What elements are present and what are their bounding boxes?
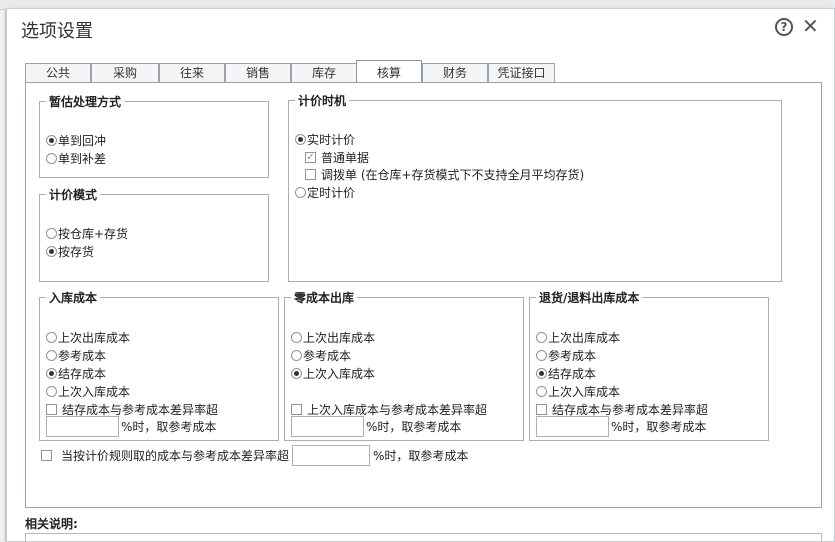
pricing-time-scheduled[interactable]: 定时计价 bbox=[295, 184, 355, 201]
close-icon[interactable]: ✕ bbox=[802, 14, 819, 38]
tab-accounts[interactable]: 往来 bbox=[159, 63, 225, 83]
radio-icon[interactable] bbox=[46, 332, 57, 343]
radio-icon[interactable] bbox=[536, 386, 547, 397]
estimate-group: 暂估处理方式 单到回冲 单到补差 bbox=[39, 93, 269, 178]
zero-reference-cost[interactable]: 参考成本 bbox=[291, 347, 351, 364]
help-icon[interactable]: ? bbox=[775, 18, 793, 36]
radio-icon[interactable] bbox=[536, 332, 547, 343]
radio-icon[interactable] bbox=[46, 386, 57, 397]
checkbox-icon[interactable] bbox=[536, 404, 547, 415]
return-diff-input[interactable] bbox=[536, 416, 609, 437]
pricing-mode-legend: 计价模式 bbox=[49, 188, 98, 202]
pricing-time-legend: 计价时机 bbox=[298, 94, 347, 108]
rule-diff-suffix: %时，取参考成本 bbox=[373, 449, 469, 463]
accounting-panel: 暂估处理方式 单到回冲 单到补差 计价模式 按仓库+存货 按存货 计价时机 实时… bbox=[25, 82, 822, 508]
checkbox-icon[interactable] bbox=[291, 404, 302, 415]
inbound-cost-legend: 入库成本 bbox=[49, 291, 98, 305]
radio-icon[interactable] bbox=[291, 368, 302, 379]
dialog-title: 选项设置 bbox=[21, 21, 93, 42]
checked-icon[interactable]: ✓ bbox=[305, 152, 316, 163]
options-dialog: 选项设置 ? ✕ 公共 采购 往来 销售 库存 核算 财务 凭证接口 暂估处理方… bbox=[6, 8, 835, 542]
rule-diff-input[interactable] bbox=[292, 445, 371, 466]
checkbox-icon[interactable] bbox=[305, 169, 316, 180]
radio-icon[interactable] bbox=[46, 135, 57, 146]
related-notes-label: 相关说明: bbox=[25, 517, 78, 531]
tab-sales[interactable]: 销售 bbox=[225, 63, 291, 83]
rule-diff-label: 当按计价规则取的成本与参考成本差异率超 bbox=[61, 449, 290, 463]
radio-icon[interactable] bbox=[46, 228, 57, 239]
return-cost-group: 退货/退料出库成本 上次出库成本 参考成本 结存成本 上次入库成本 结存成本与参… bbox=[529, 289, 769, 441]
zero-cost-legend: 零成本出库 bbox=[294, 291, 355, 305]
estimate-option-backflush[interactable]: 单到回冲 bbox=[46, 132, 106, 149]
rule-diff-row: 当按计价规则取的成本与参考成本差异率超 %时，取参考成本 bbox=[41, 445, 468, 466]
pricing-mode-group: 计价模式 按仓库+存货 按存货 bbox=[39, 186, 269, 282]
tab-purchase[interactable]: 采购 bbox=[91, 63, 159, 83]
tab-inventory[interactable]: 库存 bbox=[291, 63, 357, 83]
inbound-last-out-cost[interactable]: 上次出库成本 bbox=[46, 329, 130, 346]
radio-icon[interactable] bbox=[46, 153, 57, 164]
inbound-cost-group: 入库成本 上次出库成本 参考成本 结存成本 上次入库成本 结存成本与参考成本差异… bbox=[39, 289, 279, 441]
tab-finance[interactable]: 财务 bbox=[422, 63, 488, 83]
pricing-time-group: 计价时机 实时计价 ✓ 普通单据 调拨单 (在仓库+存货模式下不支持全月平均存货)… bbox=[288, 92, 782, 282]
inbound-diff-row: %时，取参考成本 bbox=[46, 416, 216, 437]
zero-diff-input[interactable] bbox=[291, 416, 364, 437]
radio-icon[interactable] bbox=[536, 350, 547, 361]
radio-icon[interactable] bbox=[46, 246, 57, 257]
related-notes-box bbox=[25, 533, 822, 542]
radio-icon[interactable] bbox=[295, 134, 306, 145]
pricing-time-realtime[interactable]: 实时计价 bbox=[295, 131, 355, 148]
return-balance-cost[interactable]: 结存成本 bbox=[536, 365, 596, 382]
return-diff-row: %时，取参考成本 bbox=[536, 416, 706, 437]
inbound-reference-cost[interactable]: 参考成本 bbox=[46, 347, 106, 364]
radio-icon[interactable] bbox=[46, 368, 57, 379]
tab-accounting[interactable]: 核算 bbox=[356, 60, 422, 84]
inbound-diff-input[interactable] bbox=[46, 416, 119, 437]
return-reference-cost[interactable]: 参考成本 bbox=[536, 347, 596, 364]
checkbox-icon[interactable] bbox=[46, 404, 57, 415]
zero-diff-row: %时，取参考成本 bbox=[291, 416, 461, 437]
normal-doc-checkbox[interactable]: ✓ 普通单据 bbox=[305, 149, 369, 166]
zero-cost-out-group: 零成本出库 上次出库成本 参考成本 上次入库成本 上次入库成本与参考成本差异率超… bbox=[284, 289, 524, 441]
transfer-doc-checkbox[interactable]: 调拨单 (在仓库+存货模式下不支持全月平均存货) bbox=[305, 166, 584, 183]
radio-icon[interactable] bbox=[295, 187, 306, 198]
radio-icon[interactable] bbox=[291, 332, 302, 343]
return-last-out-cost[interactable]: 上次出库成本 bbox=[536, 329, 620, 346]
tab-voucher-interface[interactable]: 凭证接口 bbox=[488, 63, 555, 83]
return-cost-legend: 退货/退料出库成本 bbox=[539, 291, 640, 305]
radio-icon[interactable] bbox=[536, 368, 547, 379]
radio-icon[interactable] bbox=[46, 350, 57, 361]
estimate-legend: 暂估处理方式 bbox=[49, 95, 122, 109]
zero-last-in-cost[interactable]: 上次入库成本 bbox=[291, 365, 375, 382]
zero-last-out-cost[interactable]: 上次出库成本 bbox=[291, 329, 375, 346]
inbound-last-in-cost[interactable]: 上次入库成本 bbox=[46, 383, 130, 400]
inbound-balance-cost[interactable]: 结存成本 bbox=[46, 365, 106, 382]
radio-icon[interactable] bbox=[291, 350, 302, 361]
return-last-in-cost[interactable]: 上次入库成本 bbox=[536, 383, 620, 400]
checkbox-icon[interactable] bbox=[41, 450, 52, 461]
pricing-mode-warehouse-item[interactable]: 按仓库+存货 bbox=[46, 225, 128, 242]
tab-general[interactable]: 公共 bbox=[25, 63, 91, 83]
pricing-mode-item[interactable]: 按存货 bbox=[46, 243, 94, 260]
estimate-option-difference[interactable]: 单到补差 bbox=[46, 150, 106, 167]
